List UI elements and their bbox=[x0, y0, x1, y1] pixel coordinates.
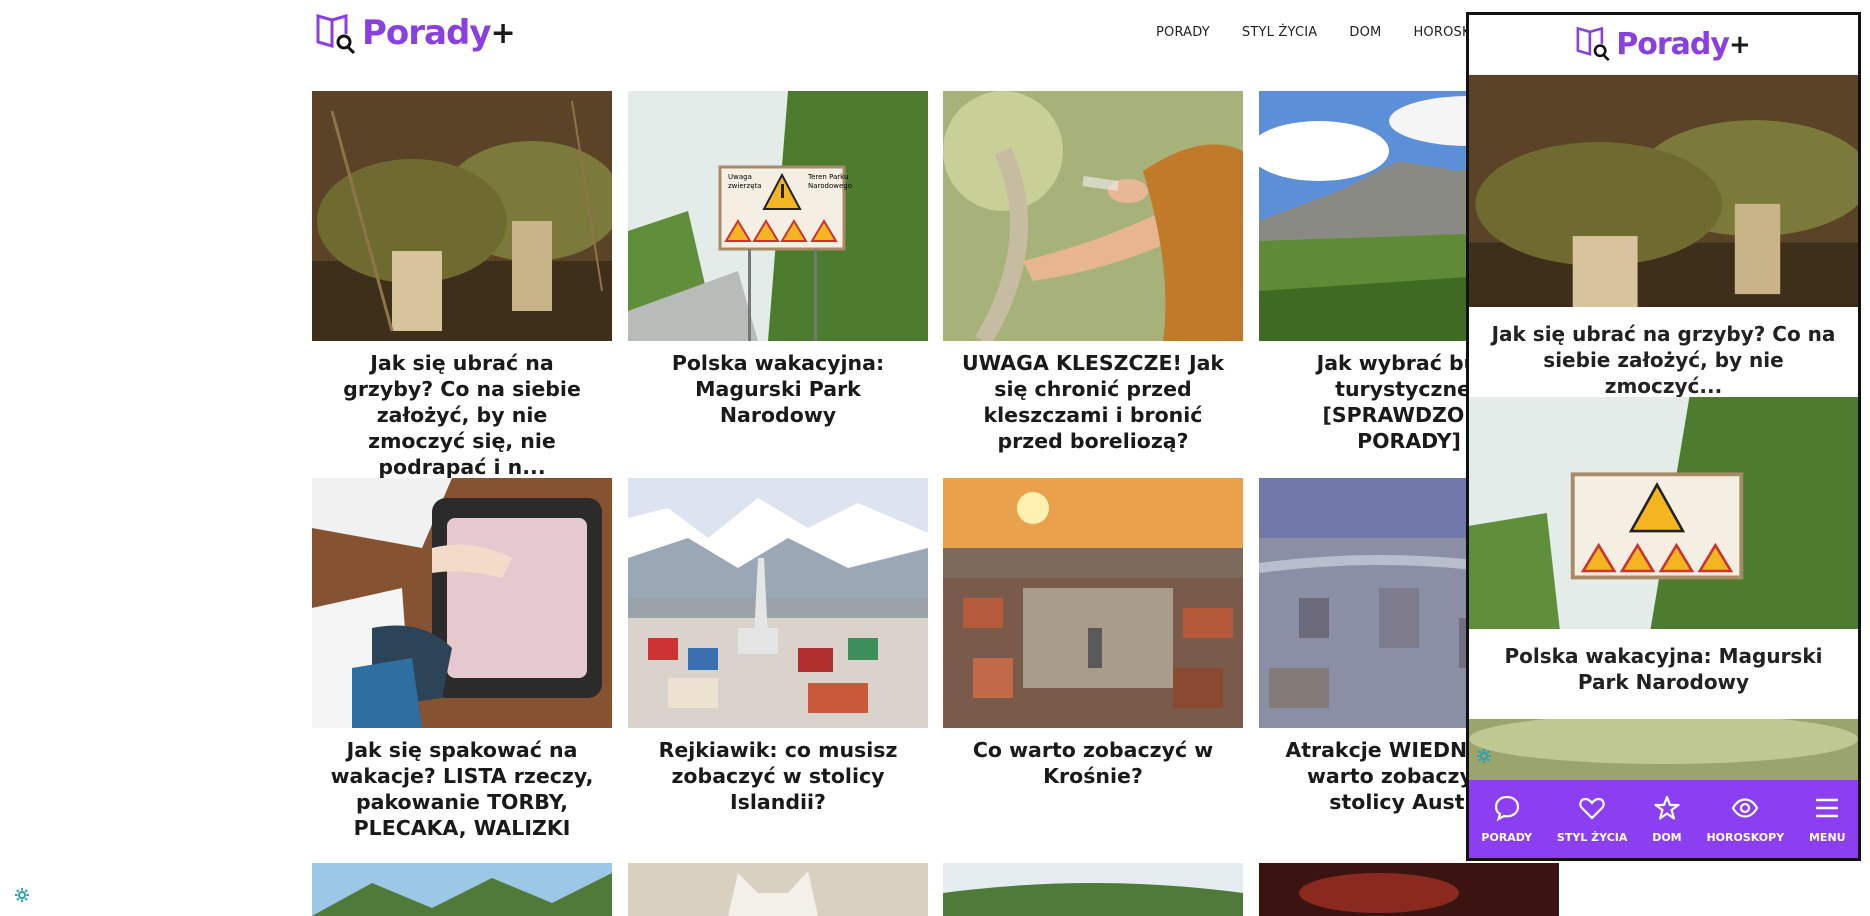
article-image[interactable] bbox=[943, 863, 1243, 916]
mobile-article-image[interactable] bbox=[1469, 719, 1858, 789]
sign-text: Uwaga bbox=[728, 173, 752, 181]
bottom-nav-porady[interactable]: PORADY bbox=[1481, 794, 1532, 844]
book-search-logo-icon bbox=[316, 12, 360, 55]
nav-dom[interactable]: DOM bbox=[1349, 25, 1381, 40]
article-card[interactable] bbox=[312, 863, 612, 916]
mobile-article-card[interactable]: Jak się ubrać na grzyby? Co na siebie za… bbox=[1469, 75, 1858, 398]
logo-text: Porady bbox=[1616, 27, 1730, 62]
sign-text: zwierzęta bbox=[728, 182, 762, 190]
chat-bubble-icon bbox=[1493, 794, 1521, 825]
mobile-article-image[interactable] bbox=[1469, 397, 1858, 629]
bottom-nav-menu[interactable]: MENU bbox=[1809, 794, 1846, 844]
article-card[interactable]: Rejkiawik: co musisz zobaczyć w stolicy … bbox=[628, 478, 928, 815]
mobile-bottom-nav: PORADY STYL ŻYCIA DOM HOROSKOPY MENU bbox=[1469, 780, 1858, 858]
article-card[interactable] bbox=[943, 863, 1243, 916]
article-title[interactable]: Jak się spakować na wakacje? LISTA rzecz… bbox=[312, 737, 612, 841]
logo-plus: + bbox=[1728, 29, 1751, 60]
bottom-nav-label: STYL ŻYCIA bbox=[1556, 831, 1628, 844]
article-image[interactable] bbox=[628, 863, 928, 916]
article-card[interactable]: Jak się ubrać na grzyby? Co na siebie za… bbox=[312, 91, 612, 480]
bottom-nav-label: DOM bbox=[1652, 831, 1682, 844]
mobile-preview-frame: Porady + Jak się ubrać na grzyby? Co na … bbox=[1466, 12, 1861, 861]
article-title[interactable]: Co warto zobaczyć w Krośnie? bbox=[943, 737, 1243, 789]
bottom-nav-horoskopy[interactable]: HOROSKOPY bbox=[1706, 794, 1784, 844]
article-card[interactable]: Co warto zobaczyć w Krośnie? bbox=[943, 478, 1243, 789]
article-image[interactable]: Uwaga zwierzęta Teren Parku Narodowego bbox=[628, 91, 928, 341]
book-search-logo-icon bbox=[1576, 25, 1614, 65]
article-image[interactable] bbox=[628, 478, 928, 728]
site-logo[interactable]: Porady + bbox=[316, 12, 516, 55]
bottom-nav-dom[interactable]: DOM bbox=[1652, 794, 1682, 844]
article-image[interactable] bbox=[312, 863, 612, 916]
sign-text: Narodowego bbox=[808, 182, 852, 190]
star-icon bbox=[1653, 794, 1681, 825]
article-card[interactable] bbox=[1259, 863, 1559, 916]
article-title[interactable]: UWAGA KLESZCZE! Jak się chronić przed kl… bbox=[943, 350, 1243, 454]
mobile-header: Porady + bbox=[1469, 15, 1858, 75]
article-image[interactable] bbox=[1259, 863, 1559, 916]
nav-styl-zycia[interactable]: STYL ŻYCIA bbox=[1242, 25, 1317, 40]
eye-icon bbox=[1731, 794, 1759, 825]
article-title[interactable]: Rejkiawik: co musisz zobaczyć w stolicy … bbox=[628, 737, 928, 815]
settings-gear-icon[interactable] bbox=[1476, 748, 1492, 764]
article-card[interactable]: Jak się spakować na wakacje? LISTA rzecz… bbox=[312, 478, 612, 841]
article-title[interactable]: Polska wakacyjna: Magurski Park Narodowy bbox=[628, 350, 928, 428]
article-card[interactable]: UWAGA KLESZCZE! Jak się chronić przed kl… bbox=[943, 91, 1243, 454]
mobile-site-logo[interactable]: Porady + bbox=[1576, 25, 1751, 65]
mobile-article-card[interactable]: Polska wakacyjna: Magurski Park Narodowy bbox=[1469, 397, 1858, 719]
nav-porady[interactable]: PORADY bbox=[1156, 25, 1210, 40]
bottom-nav-label: PORADY bbox=[1481, 831, 1533, 844]
bottom-nav-styl-zycia[interactable]: STYL ŻYCIA bbox=[1557, 794, 1627, 844]
mobile-article-image[interactable] bbox=[1469, 75, 1858, 307]
heart-icon bbox=[1578, 794, 1606, 825]
article-image[interactable] bbox=[943, 478, 1243, 728]
settings-gear-icon[interactable] bbox=[14, 887, 30, 903]
article-image[interactable] bbox=[312, 91, 612, 341]
bottom-nav-label: HOROSKOPY bbox=[1706, 831, 1785, 844]
article-image[interactable] bbox=[943, 91, 1243, 341]
article-card[interactable] bbox=[628, 863, 928, 916]
article-title[interactable]: Jak się ubrać na grzyby? Co na siebie za… bbox=[312, 350, 612, 480]
sign-text: Teren Parku bbox=[807, 173, 848, 181]
logo-plus: + bbox=[490, 15, 516, 51]
mobile-article-title[interactable]: Polska wakacyjna: Magurski Park Narodowy bbox=[1469, 629, 1858, 719]
mobile-article-card[interactable] bbox=[1469, 719, 1858, 789]
article-card[interactable]: Uwaga zwierzęta Teren Parku Narodowego P… bbox=[628, 91, 928, 428]
mobile-article-title[interactable]: Jak się ubrać na grzyby? Co na siebie za… bbox=[1469, 307, 1858, 398]
hamburger-menu-icon bbox=[1813, 794, 1841, 825]
logo-text: Porady bbox=[362, 13, 491, 53]
article-image[interactable] bbox=[312, 478, 612, 728]
bottom-nav-label: MENU bbox=[1808, 831, 1846, 844]
main-nav: PORADY STYL ŻYCIA DOM HOROSKOPY bbox=[1156, 25, 1496, 40]
